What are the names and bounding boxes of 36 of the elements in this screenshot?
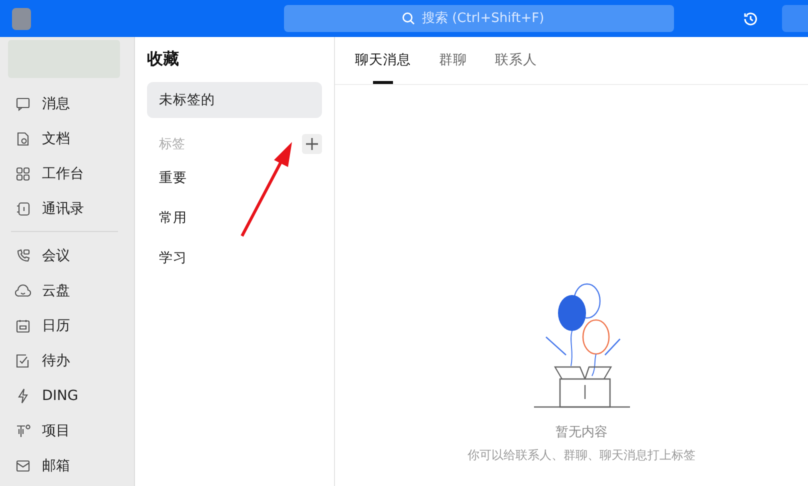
document-icon (15, 130, 31, 146)
nav-item[interactable]: 工作台 (0, 156, 134, 191)
empty-state-hint: 你可以给联系人、群聊、聊天消息打上标签 (468, 447, 696, 464)
nav-item[interactable]: 项目 (0, 413, 134, 448)
contact-book-icon (15, 200, 31, 216)
tab[interactable]: 联系人 (495, 51, 537, 84)
nav-item[interactable]: 日历 (0, 308, 134, 343)
nav-item[interactable]: 通讯录 (0, 191, 134, 226)
mail-icon (15, 458, 31, 474)
cloud-icon (15, 282, 31, 298)
project-icon (15, 422, 31, 438)
nav-item[interactable]: 会议 (0, 238, 134, 273)
nav-item[interactable]: 文档 (0, 121, 134, 156)
add-tag-button[interactable] (302, 134, 322, 154)
nav-item[interactable]: 消息 (0, 86, 134, 121)
list-item[interactable]: 未标签的 (147, 82, 322, 118)
lightning-icon (15, 388, 31, 404)
nav-item[interactable]: 云盘 (0, 273, 134, 308)
tag-item[interactable]: 重要 (147, 160, 322, 196)
calendar-icon (15, 318, 31, 334)
search-field[interactable]: 搜索 (Ctrl+Shift+F) (284, 5, 674, 32)
section-label: 标签 (159, 136, 185, 153)
checkbox-icon (15, 352, 31, 368)
grid-icon (15, 166, 31, 182)
nav-item[interactable]: 待办 (0, 343, 134, 378)
panel-title: 收藏 (147, 49, 180, 70)
tab[interactable]: 聊天消息 (355, 51, 411, 84)
tab[interactable]: 群聊 (439, 51, 467, 84)
search-icon (402, 12, 415, 25)
tag-item[interactable]: 学习 (147, 240, 322, 276)
chat-bubble-icon (15, 96, 31, 112)
tag-item[interactable]: 常用 (147, 200, 322, 236)
nav-item[interactable]: DING (0, 378, 134, 413)
phone-icon (15, 248, 31, 264)
empty-state-title: 暂无内容 (556, 424, 608, 441)
nav-item[interactable]: 邮箱 (0, 448, 134, 483)
